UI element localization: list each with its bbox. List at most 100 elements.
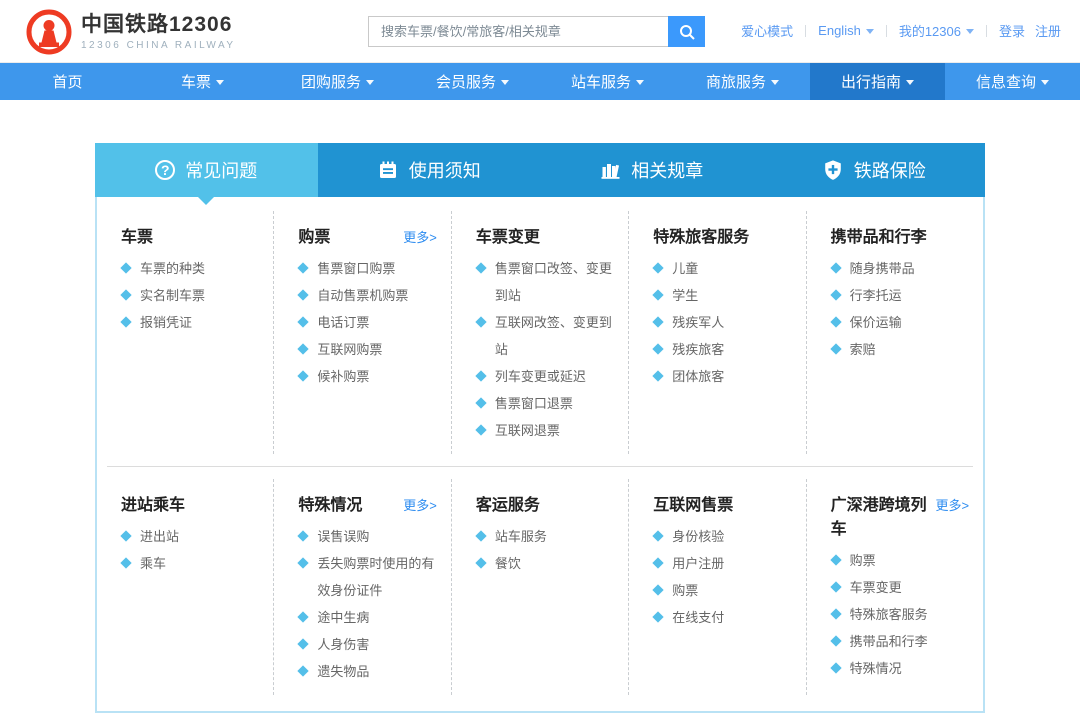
site-subtitle: 12306 CHINA RAILWAY <box>81 40 236 51</box>
guide-link[interactable]: 遗失物品 <box>298 658 438 685</box>
tab-related-regulations[interactable]: 相关规章 <box>540 143 763 197</box>
main-nav: 首页 车票 团购服务 会员服务 站车服务 商旅服务 出行指南 信息查询 <box>0 63 1080 100</box>
guide-link[interactable]: 在线支付 <box>653 604 793 631</box>
nav-label: 车票 <box>181 71 211 92</box>
guide-link[interactable]: 途中生病 <box>298 604 438 631</box>
books-icon <box>599 159 621 181</box>
tab-common-questions[interactable]: ? 常见问题 <box>95 143 318 197</box>
guide-link[interactable]: 行李托运 <box>831 282 971 309</box>
group-title: 广深港跨境列车 <box>831 491 932 539</box>
nav-item-station-services[interactable]: 站车服务 <box>540 63 675 100</box>
chevron-down-icon <box>216 80 224 85</box>
register-link[interactable]: 注册 <box>1035 21 1061 40</box>
nav-item-info-query[interactable]: 信息查询 <box>945 63 1080 100</box>
guide-link[interactable]: 购票 <box>831 547 971 574</box>
guide-link[interactable]: 实名制车票 <box>121 282 261 309</box>
more-link[interactable]: 更多> <box>935 495 969 514</box>
divider <box>805 25 806 37</box>
guide-link[interactable]: 保价运输 <box>831 309 971 336</box>
guide-link[interactable]: 候补购票 <box>298 363 438 390</box>
guide-link[interactable]: 特殊情况 <box>831 655 971 682</box>
guide-link[interactable]: 儿童 <box>653 255 793 282</box>
guide-link[interactable]: 售票窗口购票 <box>298 255 438 282</box>
nav-label: 首页 <box>52 71 82 92</box>
guide-link[interactable]: 购票 <box>653 577 793 604</box>
my-12306-menu[interactable]: 我的12306 <box>899 21 974 40</box>
guide-link[interactable]: 列车变更或延迟 <box>476 363 616 390</box>
guide-tabs: ? 常见问题 使用须知 相关规章 <box>95 143 985 197</box>
language-select[interactable]: English <box>818 23 874 38</box>
nav-item-home[interactable]: 首页 <box>0 63 135 100</box>
guide-link[interactable]: 特殊旅客服务 <box>831 601 971 628</box>
guide-link[interactable]: 学生 <box>653 282 793 309</box>
guide-link[interactable]: 用户注册 <box>653 550 793 577</box>
shield-plus-icon <box>822 159 844 181</box>
tab-usage-notice[interactable]: 使用须知 <box>318 143 541 197</box>
guide-link[interactable]: 携带品和行李 <box>831 628 971 655</box>
guide-link[interactable]: 站车服务 <box>476 523 616 550</box>
login-label: 登录 <box>999 21 1025 40</box>
guide-link[interactable]: 餐饮 <box>476 550 616 577</box>
chevron-down-icon <box>366 80 374 85</box>
nav-item-travel-guide[interactable]: 出行指南 <box>810 63 945 100</box>
guide-row-1: 车票 车票的种类 实名制车票 报销凭证 购票 更多> 售票窗口购票 自动售票机购… <box>97 211 983 454</box>
guide-link[interactable]: 自动售票机购票 <box>298 282 438 309</box>
more-link[interactable]: 更多> <box>403 495 437 514</box>
guide-link[interactable]: 丢失购票时使用的有效身份证件 <box>298 550 438 604</box>
guide-link[interactable]: 残疾旅客 <box>653 336 793 363</box>
header-links: 爱心模式 English 我的12306 登录 注册 <box>736 21 1066 40</box>
nav-item-group-services[interactable]: 团购服务 <box>270 63 405 100</box>
site-logo[interactable]: 中国铁路12306 12306 CHINA RAILWAY <box>26 9 236 55</box>
guide-link[interactable]: 残疾军人 <box>653 309 793 336</box>
nav-item-tickets[interactable]: 车票 <box>135 63 270 100</box>
guide-link[interactable]: 售票窗口改签、变更到站 <box>476 255 616 309</box>
more-link[interactable]: 更多> <box>403 227 437 246</box>
guide-link[interactable]: 人身伤害 <box>298 631 438 658</box>
guide-link[interactable]: 互联网改签、变更到站 <box>476 309 616 363</box>
row-divider <box>107 466 973 467</box>
nav-item-member-services[interactable]: 会员服务 <box>405 63 540 100</box>
guide-link[interactable]: 团体旅客 <box>653 363 793 390</box>
guide-link[interactable]: 身份核验 <box>653 523 793 550</box>
group-ticket-purchase: 购票 更多> 售票窗口购票 自动售票机购票 电话订票 互联网购票 候补购票 <box>274 211 451 454</box>
guide-link[interactable]: 乘车 <box>121 550 261 577</box>
group-title: 购票 <box>298 223 330 247</box>
group-ticket-changes: 车票变更 售票窗口改签、变更到站 互联网改签、变更到站 列车变更或延迟 售票窗口… <box>452 211 629 454</box>
tab-label: 铁路保险 <box>854 157 926 183</box>
chevron-down-icon <box>771 80 779 85</box>
guide-row-2: 进站乘车 进出站 乘车 特殊情况 更多> 误售误购 丢失购票时使用的有效身份证件… <box>97 479 983 695</box>
guide-link[interactable]: 随身携带品 <box>831 255 971 282</box>
notepad-icon <box>377 159 399 181</box>
tab-label: 相关规章 <box>631 157 703 183</box>
tab-label: 常见问题 <box>185 157 257 183</box>
group-title: 进站乘车 <box>121 491 185 515</box>
guide-link[interactable]: 电话订票 <box>298 309 438 336</box>
nav-label: 出行指南 <box>841 71 901 92</box>
group-title: 特殊旅客服务 <box>653 223 749 247</box>
guide-link[interactable]: 售票窗口退票 <box>476 390 616 417</box>
nav-item-business-travel[interactable]: 商旅服务 <box>675 63 810 100</box>
chevron-down-icon <box>636 80 644 85</box>
guide-link[interactable]: 索赔 <box>831 336 971 363</box>
guide-link[interactable]: 车票变更 <box>831 574 971 601</box>
guide-link[interactable]: 报销凭证 <box>121 309 261 336</box>
divider <box>886 25 887 37</box>
guide-link[interactable]: 进出站 <box>121 523 261 550</box>
guide-link[interactable]: 互联网退票 <box>476 417 616 444</box>
chevron-down-icon <box>1041 80 1049 85</box>
tab-railway-insurance[interactable]: 铁路保险 <box>763 143 986 197</box>
login-link[interactable]: 登录 <box>999 21 1025 40</box>
guide-content: 车票 车票的种类 实名制车票 报销凭证 购票 更多> 售票窗口购票 自动售票机购… <box>95 197 985 713</box>
chevron-down-icon <box>966 29 974 34</box>
nav-label: 会员服务 <box>436 71 496 92</box>
guide-link[interactable]: 互联网购票 <box>298 336 438 363</box>
guide-link[interactable]: 车票的种类 <box>121 255 261 282</box>
nav-label: 团购服务 <box>301 71 361 92</box>
search-input[interactable] <box>368 16 668 47</box>
site-title: 中国铁路12306 <box>81 13 236 37</box>
love-mode-link[interactable]: 爱心模式 <box>741 21 793 40</box>
group-special-situations: 特殊情况 更多> 误售误购 丢失购票时使用的有效身份证件 途中生病 人身伤害 遗… <box>274 479 451 695</box>
guide-link[interactable]: 误售误购 <box>298 523 438 550</box>
search-button[interactable] <box>668 16 705 47</box>
search-bar <box>368 16 705 47</box>
